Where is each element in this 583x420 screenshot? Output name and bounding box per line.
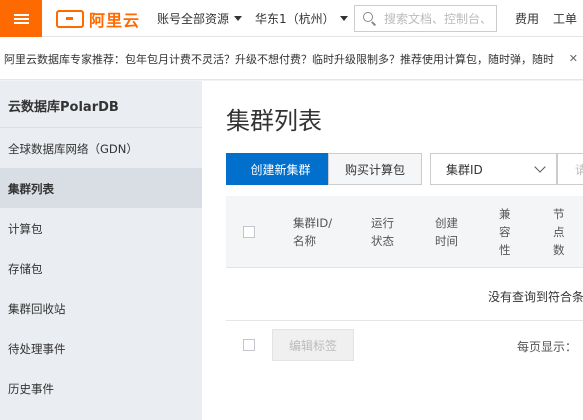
select-all-footer-checkbox[interactable]	[243, 339, 255, 351]
sidebar-item-cluster-list[interactable]: 集群列表	[0, 168, 202, 208]
banner-text[interactable]: 阿里云数据库专家推荐：包年包月计费不灵活？升级不想付费？临时升级限制多？推荐使用…	[4, 53, 554, 66]
page-title: 集群列表	[226, 107, 322, 135]
sidebar: 云数据库PolarDB 全球数据库网络（GDN） 集群列表 计算包 存储包 集群…	[0, 81, 202, 420]
filter-field-select[interactable]: 集群ID	[430, 153, 557, 185]
column-header-nodes[interactable]: 节 点 数	[553, 205, 565, 259]
column-header-status[interactable]: 运行 状态	[371, 214, 394, 250]
promo-banner: 阿里云数据库专家推荐：包年包月计费不灵活？升级不想付费？临时升级限制多？推荐使用…	[0, 37, 583, 80]
chevron-down-icon	[534, 161, 546, 173]
region-dropdown[interactable]: 华东1（杭州）	[255, 10, 348, 27]
chevron-down-icon	[234, 16, 243, 21]
resources-dropdown[interactable]: 账号全部资源	[157, 10, 243, 27]
search-icon	[363, 12, 376, 25]
aliyun-logo-icon	[56, 9, 84, 28]
main-content: 集群列表 创建新集群 购买计算包 集群ID 请 集群ID/ 名称 运行 状态 创…	[202, 81, 583, 420]
top-navbar: 阿里云 账号全部资源 华东1（杭州） 费用 工单	[0, 0, 583, 37]
filter-value-input[interactable]: 请	[557, 153, 583, 185]
column-header-cluster-id[interactable]: 集群ID/ 名称	[293, 214, 332, 250]
filter-field-value: 集群ID	[446, 162, 483, 177]
sidebar-item-compute-package[interactable]: 计算包	[0, 208, 202, 248]
select-all-checkbox[interactable]	[243, 226, 255, 238]
close-icon[interactable]: ✕	[569, 52, 578, 65]
sidebar-item-history-events[interactable]: 历史事件	[0, 368, 202, 408]
create-cluster-button[interactable]: 创建新集群	[226, 153, 335, 185]
sidebar-title: 云数据库PolarDB	[0, 81, 202, 128]
search-input[interactable]	[384, 11, 494, 26]
empty-state-text: 没有查询到符合条	[488, 290, 583, 304]
sidebar-item-gdn[interactable]: 全球数据库网络（GDN）	[0, 128, 202, 168]
fees-link[interactable]: 费用	[515, 10, 539, 27]
sidebar-item-storage-package[interactable]: 存储包	[0, 248, 202, 288]
buy-compute-package-button[interactable]: 购买计算包	[328, 153, 422, 185]
aliyun-logo[interactable]: 阿里云	[56, 8, 140, 30]
column-header-compatibility[interactable]: 兼 容 性	[499, 205, 511, 259]
sidebar-item-recycle-bin[interactable]: 集群回收站	[0, 288, 202, 328]
per-page-label: 每页显示：	[517, 340, 578, 354]
column-header-created[interactable]: 创建 时间	[435, 214, 458, 250]
edit-tags-button[interactable]: 编辑标签	[272, 329, 354, 361]
table-header: 集群ID/ 名称 运行 状态 创建 时间 兼 容 性 节 点 数	[226, 196, 583, 268]
chevron-down-icon	[339, 16, 348, 21]
hamburger-menu-icon[interactable]	[0, 0, 42, 37]
divider	[226, 320, 583, 321]
tickets-link[interactable]: 工单	[553, 10, 577, 27]
search-box[interactable]	[354, 5, 497, 32]
sidebar-item-pending-events[interactable]: 待处理事件	[0, 328, 202, 368]
